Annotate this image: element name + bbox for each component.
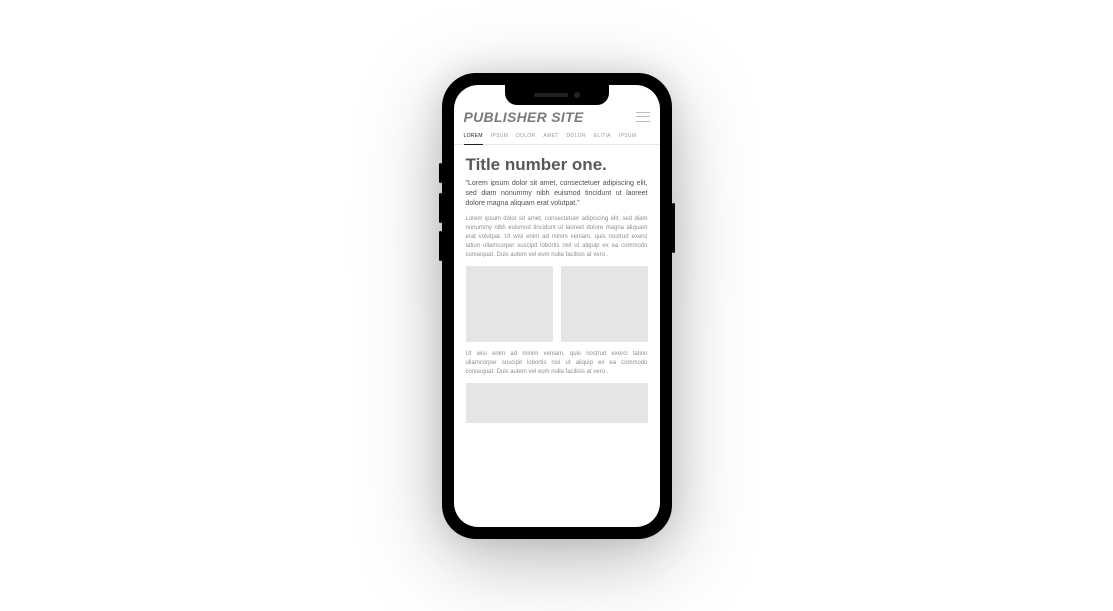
phone-side-button [672, 203, 675, 253]
article-lead: "Lorem ipsum dolor sit amet, consectetue… [466, 179, 648, 209]
phone-side-button [439, 163, 442, 183]
phone-side-button [439, 193, 442, 223]
tab-elitia[interactable]: ELITIA [594, 129, 611, 144]
site-title: PUBLISHER SITE [464, 109, 584, 125]
phone-frame: PUBLISHER SITE LOREM IPSUM DOLOR AMET DO… [442, 73, 672, 539]
image-row [466, 266, 648, 342]
article-paragraph: Lorem ipsum dolor sit amet, consectetuer… [466, 215, 648, 260]
image-placeholder [561, 266, 648, 342]
article-paragraph: Ut wisi enim ad minim veniam, quis nostr… [466, 350, 648, 377]
tab-dolor[interactable]: DOLOR [516, 129, 535, 144]
phone-speaker [534, 93, 568, 97]
phone-screen: PUBLISHER SITE LOREM IPSUM DOLOR AMET DO… [454, 85, 660, 527]
nav-tabs: LOREM IPSUM DOLOR AMET DOLOR ELITIA IPSU… [454, 129, 660, 145]
article: Title number one. "Lorem ipsum dolor sit… [454, 145, 660, 423]
tab-amet[interactable]: AMET [543, 129, 558, 144]
article-title: Title number one. [466, 155, 648, 175]
site-header: PUBLISHER SITE [454, 109, 660, 129]
tab-ipsum-2[interactable]: IPSUM [619, 129, 636, 144]
phone-side-button [439, 231, 442, 261]
phone-notch [505, 85, 609, 105]
site-content: PUBLISHER SITE LOREM IPSUM DOLOR AMET DO… [454, 85, 660, 527]
tab-ipsum[interactable]: IPSUM [491, 129, 508, 144]
phone-camera [574, 92, 580, 98]
image-placeholder [466, 266, 553, 342]
image-placeholder-wide [466, 383, 648, 423]
tab-lorem[interactable]: LOREM [464, 129, 483, 144]
tab-dolor-2[interactable]: DOLOR [567, 129, 586, 144]
hamburger-menu-icon[interactable] [636, 112, 650, 122]
